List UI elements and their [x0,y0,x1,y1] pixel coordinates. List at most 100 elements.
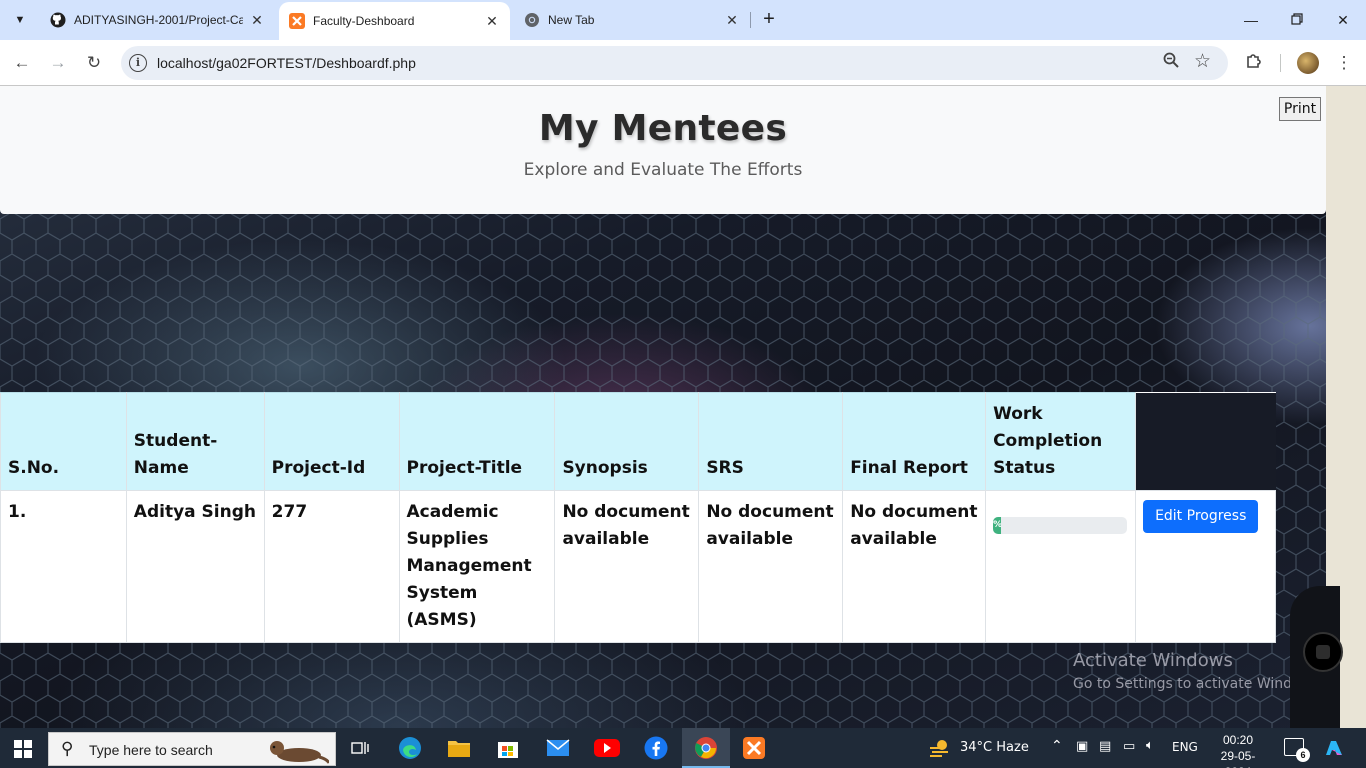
camera-icon[interactable]: ▣ [1076,739,1088,754]
menu-button[interactable]: ⋮ [1331,50,1357,76]
minimize-icon: — [1244,12,1258,28]
restore-icon [1291,12,1303,28]
watermark-subtitle: Go to Settings to activate Windows. [1073,676,1324,692]
reload-icon: ↻ [86,53,102,72]
youtube-icon[interactable] [593,734,621,762]
header-srs: SRS [698,392,844,491]
forward-button[interactable]: → [45,50,71,76]
tab-title: New Tab [548,13,595,27]
table-header-row: S.No. Student-Name Project-Id Project-Ti… [0,392,1276,491]
facebook-icon[interactable] [642,734,670,762]
close-icon: ✕ [1337,11,1349,28]
activate-windows-watermark: Activate Windows Go to Settings to activ… [1073,650,1324,692]
tab-faculty-deshboard[interactable]: Faculty-Deshboard ✕ [279,2,510,40]
page-header: My Mentees Explore and Evaluate The Effo… [0,86,1326,214]
cell-srs: No document available [698,490,844,643]
search-icon: ⚲ [61,739,74,758]
toolbar-divider [1280,54,1281,72]
tab-title: ADITYASINGH-2001/Project-Ca [74,13,243,27]
restore-button[interactable] [1274,0,1320,40]
close-icon[interactable]: ✕ [724,12,740,29]
arrow-left-icon: ← [13,53,31,72]
edge-browser-icon[interactable] [396,734,424,762]
page-viewport: My Mentees Explore and Evaluate The Effo… [0,86,1326,728]
search-placeholder[interactable]: Type here to search [89,742,213,758]
taskbar-search-box[interactable]: ⚲ Type here to search [48,732,336,766]
browser-toolbar: ← → ↻ i localhost/ga02FORTEST/Deshboardf… [0,40,1366,86]
header-sno: S.No. [0,392,127,491]
cell-work-completion: % [985,490,1137,643]
clock-time: 00:20 [1222,733,1254,747]
windows-taskbar: ⚲ Type here to search 34°C Haze ⌃ ▣ ▤ ▭ … [0,728,1366,768]
address-bar[interactable]: i localhost/ga02FORTEST/Deshboardf.php ☆ [121,46,1228,80]
header-final-report: Final Report [842,392,987,491]
clock-date: 29-05-2024 [1220,749,1256,768]
chevron-up-icon[interactable]: ⌃ [1051,738,1063,754]
header-synopsis: Synopsis [554,392,700,491]
new-tab-button[interactable]: + [758,8,780,32]
header-student-name: Student-Name [125,392,265,491]
volume-icon[interactable]: 🔈︎ [1146,738,1154,753]
close-icon[interactable]: ✕ [484,13,500,30]
file-explorer-icon[interactable] [445,734,473,762]
square-icon [1316,645,1330,659]
otter-illustration-icon [270,741,329,764]
reload-button[interactable]: ↻ [81,50,107,76]
url-text[interactable]: localhost/ga02FORTEST/Deshboardf.php [157,55,416,71]
microsoft-store-icon[interactable] [494,734,522,762]
arrow-right-icon: → [49,53,67,72]
close-icon[interactable]: ✕ [249,12,265,29]
mentees-table: S.No. Student-Name Project-Id Project-Ti… [0,392,1276,643]
xampp-icon[interactable] [740,734,768,762]
print-button[interactable]: Print [1279,97,1321,121]
tab-github[interactable]: ADITYASINGH-2001/Project-Ca ✕ [40,0,275,40]
zoom-icon[interactable] [1163,52,1179,73]
copilot-icon[interactable] [1320,734,1348,762]
language-indicator[interactable]: ENG [1172,740,1198,754]
tab-title: Faculty-Deshboard [313,14,415,28]
minimize-button[interactable]: — [1228,0,1274,40]
chevron-down-icon: ▼ [14,14,26,26]
close-window-button[interactable]: ✕ [1320,0,1366,40]
work-progress-bar: % [993,517,1128,534]
site-info-icon[interactable]: i [129,54,147,72]
chrome-icon[interactable] [692,734,720,762]
network-icon[interactable]: ▤ [1099,739,1111,754]
page-title: My Mentees [538,108,788,149]
tab-new-tab[interactable]: New Tab ✕ [514,0,750,40]
bookmark-star-icon[interactable]: ☆ [1194,50,1211,73]
more-vertical-icon: ⋮ [1335,53,1353,72]
profile-avatar[interactable] [1297,52,1319,74]
taskbar-clock[interactable]: 00:20 29-05-2024 [1208,732,1268,768]
weather-text[interactable]: 34°C Haze [960,740,1029,755]
header-action-blank [1135,392,1276,491]
weather-haze-icon[interactable] [926,734,954,762]
extensions-button[interactable] [1241,50,1267,76]
task-view-icon[interactable] [346,734,374,762]
cell-student-name: Aditya Singh [125,490,265,643]
battery-icon[interactable]: ▭ [1123,739,1135,754]
tab-separator [750,12,751,28]
mail-icon[interactable] [544,734,572,762]
table-row: 1. Aditya Singh 277 Academic Supplies Ma… [0,490,1276,643]
github-icon [50,12,66,28]
header-project-title: Project-Title [398,392,556,491]
cell-project-id: 277 [263,490,400,643]
windows-start-icon[interactable] [14,740,32,758]
watermark-title: Activate Windows [1073,650,1233,671]
puzzle-icon [1245,52,1263,75]
cell-action: Edit Progress [1135,490,1276,643]
header-project-id: Project-Id [263,392,400,491]
notification-count-badge: 6 [1296,748,1310,762]
page-subtitle: Explore and Evaluate The Efforts [523,160,803,180]
cell-sno: 1. [0,490,127,643]
floating-action-button[interactable] [1303,632,1343,672]
xampp-icon [289,13,305,29]
tab-search-button[interactable]: ▼ [8,8,32,32]
edit-progress-button[interactable]: Edit Progress [1143,500,1259,533]
cell-final-report: No document available [842,490,987,643]
header-work-completion-status: Work Completion Status [985,392,1137,491]
back-button[interactable]: ← [9,50,35,76]
browser-tab-strip: ▼ ADITYASINGH-2001/Project-Ca ✕ Faculty-… [0,0,1366,40]
cell-synopsis: No document available [554,490,700,643]
